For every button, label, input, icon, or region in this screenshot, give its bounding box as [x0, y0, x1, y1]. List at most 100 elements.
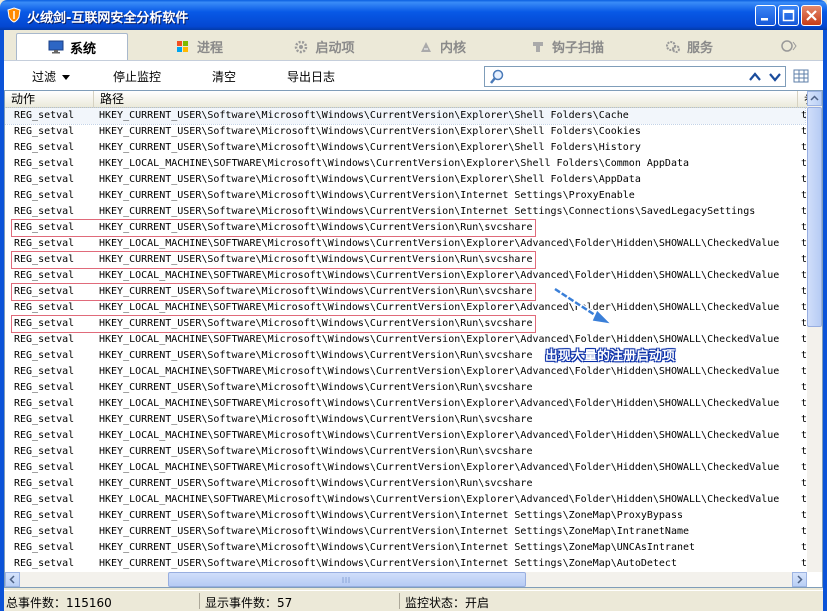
app-shield-icon [7, 7, 21, 23]
row-path: HKEY_LOCAL_MACHINE\SOFTWARE\Microsoft\Wi… [99, 398, 780, 409]
table-row[interactable]: REG_setval HKEY_CURRENT_USER\Software\Mic… [5, 348, 811, 364]
tab-kernel[interactable]: 内核 [402, 33, 482, 60]
table-row[interactable]: REG_setval HKEY_CURRENT_USER\Software\Mic… [5, 444, 811, 460]
row-path: HKEY_CURRENT_USER\Software\Microsoft\Win… [99, 142, 641, 153]
table-row[interactable]: REG_setval HKEY_LOCAL_MACHINE\SOFTWARE\Mi… [5, 364, 811, 380]
highlight-box [11, 283, 536, 301]
table-row[interactable]: REG_setval HKEY_LOCAL_MACHINE\SOFTWARE\Mi… [5, 156, 811, 172]
table-row[interactable]: REG_setval HKEY_CURRENT_USER\Software\Mic… [5, 172, 811, 188]
tab-bar: 系统 进程 启动项 内核 钩子扫描 服务 [4, 30, 823, 60]
export-log-button[interactable]: 导出日志 [287, 68, 335, 85]
tab-label: 进程 [196, 41, 223, 56]
highlight-box [11, 219, 536, 237]
table-row[interactable]: REG_setval HKEY_LOCAL_MACHINE\SOFTWARE\Mi… [5, 236, 811, 252]
row-path: HKEY_LOCAL_MACHINE\SOFTWARE\Microsoft\Wi… [99, 238, 780, 249]
row-path: HKEY_LOCAL_MACHINE\SOFTWARE\Microsoft\Wi… [99, 462, 780, 473]
close-button[interactable] [801, 5, 822, 26]
tab-system[interactable]: 系统 [16, 33, 128, 60]
window-title: 火绒剑-互联网安全分析软件 [27, 11, 189, 26]
more-tabs-icon[interactable] [781, 40, 797, 52]
grid-view-icon[interactable] [793, 68, 809, 84]
vertical-scrollbar[interactable] [807, 91, 822, 572]
row-action: REG_setval [14, 558, 75, 569]
stop-monitor-button[interactable]: 停止监控 [113, 68, 161, 85]
row-path: HKEY_CURRENT_USER\Software\Microsoft\Win… [99, 382, 533, 393]
minimize-icon [761, 18, 768, 21]
table-row[interactable]: REG_setval HKEY_LOCAL_MACHINE\SOFTWARE\Mi… [5, 300, 811, 316]
column-header-action[interactable]: 动作 [5, 91, 94, 108]
table-row[interactable]: REG_setval HKEY_LOCAL_MACHINE\SOFTWARE\Mi… [5, 396, 811, 412]
table-row[interactable]: REG_setval HKEY_CURRENT_USER\Software\Mic… [5, 124, 811, 140]
table-row[interactable]: REG_setval HKEY_CURRENT_USER\Software\Mic… [5, 188, 811, 204]
status-divider [399, 593, 400, 609]
row-path: HKEY_LOCAL_MACHINE\SOFTWARE\Microsoft\Wi… [99, 334, 780, 345]
scroll-left-button[interactable] [5, 572, 20, 587]
filter-button[interactable]: 过滤 [32, 68, 71, 85]
row-action: REG_setval [14, 334, 75, 345]
table-row[interactable]: REG_setval HKEY_CURRENT_USER\Software\Mic… [5, 540, 811, 556]
row-path: HKEY_LOCAL_MACHINE\SOFTWARE\Microsoft\Wi… [99, 494, 780, 505]
table-row[interactable]: REG_setval HKEY_LOCAL_MACHINE\SOFTWARE\Mi… [5, 460, 811, 476]
tab-startup[interactable]: 启动项 [274, 33, 374, 60]
table-row[interactable]: REG_setval HKEY_CURRENT_USER\Software\Mic… [5, 508, 811, 524]
maximize-icon [782, 9, 795, 22]
table-row[interactable]: REG_setval HKEY_CURRENT_USER\Software\Mic… [5, 107, 811, 125]
search-input[interactable] [507, 68, 737, 85]
table-row[interactable]: REG_setval HKEY_CURRENT_USER\Software\Mic… [5, 140, 811, 156]
tab-label: 启动项 [315, 41, 355, 56]
horizontal-scroll-thumb[interactable] [168, 572, 526, 587]
row-action: REG_setval [14, 462, 75, 473]
tab-label: 系统 [69, 41, 96, 57]
table-row[interactable]: REG_setval HKEY_LOCAL_MACHINE\SOFTWARE\Mi… [5, 268, 811, 284]
tab-process[interactable]: 进程 [154, 33, 244, 60]
clear-button[interactable]: 清空 [212, 68, 236, 85]
row-path: HKEY_CURRENT_USER\Software\Microsoft\Win… [99, 542, 696, 553]
row-action: REG_setval [14, 174, 75, 185]
row-action: REG_setval [14, 270, 75, 281]
total-events-status: 总事件数：115160 [6, 596, 112, 610]
search-box [484, 66, 786, 87]
highlight-box [11, 315, 536, 333]
table-row[interactable]: REG_setval HKEY_CURRENT_USER\Software\Mic… [5, 204, 811, 220]
monitor-state-status: 监控状态：开启 [405, 596, 490, 610]
row-action: REG_setval [14, 158, 75, 169]
table-row[interactable]: REG_setval HKEY_CURRENT_USER\Software\Mic… [5, 524, 811, 540]
row-path: HKEY_CURRENT_USER\Software\Microsoft\Win… [99, 206, 756, 217]
row-action: REG_setval [14, 510, 75, 521]
row-action: REG_setval [14, 446, 75, 457]
row-path: HKEY_CURRENT_USER\Software\Microsoft\Win… [99, 414, 533, 425]
table-row[interactable]: REG_setval HKEY_CURRENT_USER\Software\Mic… [5, 556, 811, 572]
window-frame-right [823, 30, 827, 611]
chevron-up-icon [810, 95, 819, 101]
filter-label: 过滤 [32, 70, 57, 84]
tab-services[interactable]: 服务 [649, 33, 729, 60]
scroll-up-button[interactable] [807, 91, 822, 106]
annotation-text: 出现大量的注册启动项 [545, 349, 676, 364]
column-header-path[interactable]: 路径 [94, 91, 798, 108]
row-path: HKEY_LOCAL_MACHINE\SOFTWARE\Microsoft\Wi… [99, 270, 780, 281]
toolbar: 过滤 停止监控 清空 导出日志 [4, 60, 823, 90]
table-row[interactable]: REG_setval HKEY_LOCAL_MACHINE\SOFTWARE\Mi… [5, 332, 811, 348]
scroll-right-button[interactable] [792, 572, 807, 587]
table-row[interactable]: REG_setval HKEY_CURRENT_USER\Software\Mic… [5, 412, 811, 428]
search-next-icon[interactable] [768, 70, 782, 84]
vertical-scroll-thumb[interactable] [807, 107, 822, 327]
table-row[interactable]: REG_setval HKEY_LOCAL_MACHINE\SOFTWARE\Mi… [5, 492, 811, 508]
table-row[interactable]: REG_setval HKEY_CURRENT_USER\Software\Mic… [5, 476, 811, 492]
horizontal-scrollbar[interactable] [5, 572, 807, 587]
chevron-right-icon [797, 575, 803, 584]
row-path: HKEY_CURRENT_USER\Software\Microsoft\Win… [99, 110, 629, 121]
row-path: HKEY_CURRENT_USER\Software\Microsoft\Win… [99, 558, 677, 569]
row-action: REG_setval [14, 494, 75, 505]
tab-hook-scan[interactable]: 钩子扫描 [512, 33, 622, 60]
search-prev-icon[interactable] [748, 70, 762, 84]
title-bar[interactable]: 火绒剑-互联网安全分析软件 [0, 0, 827, 30]
table-row[interactable]: REG_setval HKEY_LOCAL_MACHINE\SOFTWARE\Mi… [5, 428, 811, 444]
row-action: REG_setval [14, 142, 75, 153]
minimize-button[interactable] [755, 5, 776, 26]
maximize-button[interactable] [778, 5, 799, 26]
row-action: REG_setval [14, 478, 75, 489]
event-list[interactable]: 动作 路径 参 REG_setval HKEY_CURRENT_USER\Soft… [4, 90, 823, 588]
table-row[interactable]: REG_setval HKEY_CURRENT_USER\Software\Mic… [5, 380, 811, 396]
shown-events-status: 显示事件数：57 [205, 596, 293, 610]
